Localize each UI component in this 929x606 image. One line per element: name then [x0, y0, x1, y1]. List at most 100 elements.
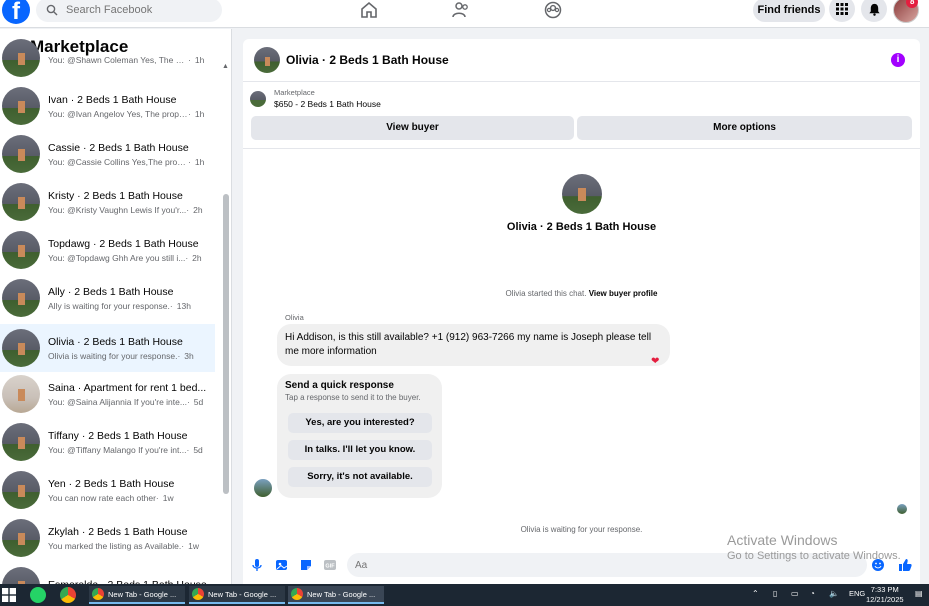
separator-dot: · — [155, 492, 159, 503]
conversation-item[interactable]: Ally · 2 Beds 1 Bath House Ally is waitin… — [0, 274, 215, 322]
conversation-thumbnail — [2, 231, 40, 269]
sender-name: Olivia — [285, 313, 304, 322]
message-bubble: Hi Addison, is this still available? +1 … — [277, 324, 670, 366]
windows-taskbar: New Tab - Google ... New Tab - Google ..… — [0, 584, 929, 606]
conversation-time: 1h — [194, 156, 205, 167]
conversation-thumbnail — [2, 375, 40, 413]
chat-center-name: Olivia · 2 Beds 1 Bath House — [506, 221, 657, 233]
conversation-item[interactable]: Esmeralda · 2 Beds 1 Bath House — [0, 562, 215, 584]
microphone-icon[interactable] — [250, 558, 264, 572]
scroll-up-arrow-icon[interactable]: ▲ — [222, 63, 229, 70]
quick-response-title: Send a quick response — [285, 380, 394, 391]
conversation-time: 3h — [184, 350, 194, 361]
conversation-time: 13h — [176, 300, 191, 311]
menu-button[interactable] — [829, 0, 855, 22]
chrome-icon[interactable] — [60, 587, 76, 603]
conversation-thumbnail — [2, 329, 40, 367]
conversation-item[interactable]: Tiffany · 2 Beds 1 Bath House You: @Tiffa… — [0, 418, 215, 466]
conversation-item[interactable]: Cassie · 2 Beds 1 Bath House You: @Cassie… — [0, 130, 215, 178]
conversation-item[interactable]: Olivia · 2 Beds 1 Bath House Olivia is wa… — [0, 324, 215, 372]
listing-avatar — [562, 174, 602, 214]
conversation-thumbnail — [2, 519, 40, 557]
scrollbar-thumb[interactable] — [223, 194, 229, 494]
conversation-preview-row: You: @Ivan Angelov Yes, The prope... · 1h — [48, 109, 208, 119]
conversation-text: Saina · Apartment for rent 1 bed... You: … — [48, 382, 208, 407]
listing-price-title[interactable]: $650 - 2 Beds 1 Bath House — [274, 99, 381, 109]
conversation-item[interactable]: Saina · Apartment for rent 1 bed... You: … — [0, 370, 215, 418]
svg-text:GIF: GIF — [325, 564, 335, 570]
chrome-icon — [192, 588, 204, 600]
conversation-preview-row: You: @Shawn Coleman Yes, The pr... · 1h — [48, 55, 208, 65]
volume-icon[interactable]: 🔈 — [829, 589, 839, 598]
language-indicator[interactable]: ENG — [849, 589, 865, 598]
separator-dot: · — [169, 300, 173, 311]
battery-icon[interactable]: ▭ — [791, 589, 799, 598]
chrome-icon — [92, 588, 104, 600]
gif-icon[interactable]: GIF — [323, 558, 337, 572]
conversation-preview-row: You: @Tiffany Malango If you're int... · 5… — [48, 445, 208, 455]
conversation-preview-row: You marked the listing as Available. · 1w — [48, 541, 208, 551]
more-options-button[interactable]: More options — [577, 116, 912, 140]
network-icon[interactable]: ◔ — [810, 589, 815, 598]
separator-dot: · — [188, 54, 191, 65]
conversation-preview: You: @Shawn Coleman Yes, The pr... — [48, 54, 188, 65]
view-buyer-button[interactable]: View buyer — [251, 116, 574, 140]
conversation-thumbnail — [2, 135, 40, 173]
conversation-name: Ally · 2 Beds 1 Bath House — [48, 285, 174, 298]
listing-thumbnail[interactable] — [254, 47, 280, 73]
taskbar-chrome-window-3[interactable]: New Tab - Google ... — [288, 586, 384, 604]
conversation-preview-row: You can now rate each other · 1w — [48, 493, 208, 503]
sticker-icon[interactable] — [299, 558, 313, 572]
tray-app-icon[interactable]: ▯ — [773, 589, 777, 598]
conversation-time: 1w — [188, 540, 199, 551]
tray-chevron-up-icon[interactable]: ⌃ — [752, 589, 759, 598]
separator-dot: · — [185, 252, 189, 263]
conversation-name: Topdawg · 2 Beds 1 Bath House — [48, 237, 199, 250]
groups-icon[interactable] — [543, 0, 563, 20]
info-icon[interactable]: i — [891, 53, 905, 67]
facebook-logo[interactable]: f — [2, 0, 30, 24]
conversation-time: 1h — [194, 54, 205, 65]
taskbar-chrome-window-2[interactable]: New Tab - Google ... — [189, 586, 285, 604]
quick-response-in-talks[interactable]: In talks. I'll let you know. — [288, 440, 432, 460]
conversation-name: Ivan · 2 Beds 1 Bath House — [48, 93, 177, 106]
conversation-item[interactable]: Zkylah · 2 Beds 1 Bath House You marked t… — [0, 514, 215, 562]
conversation-preview: You: @Tiffany Malango If you're int... — [48, 444, 187, 455]
chat-title[interactable]: Olivia · 2 Beds 1 Bath House — [286, 53, 449, 67]
search-input[interactable] — [66, 4, 206, 16]
conversation-name: Zkylah · 2 Beds 1 Bath House — [48, 525, 188, 538]
conversation-item[interactable]: Ivan · 2 Beds 1 Bath House You: @Ivan Ang… — [0, 82, 215, 130]
conversation-item[interactable]: You: @Shawn Coleman Yes, The pr... · 1h — [0, 34, 215, 82]
quick-response-sorry[interactable]: Sorry, it's not available. — [288, 467, 432, 487]
grid-menu-icon — [836, 3, 848, 15]
photo-icon[interactable] — [275, 558, 289, 572]
notifications-button[interactable] — [861, 0, 887, 22]
conversation-item[interactable]: Topdawg · 2 Beds 1 Bath House You: @Topda… — [0, 226, 215, 274]
conversation-preview-row: You: @Cassie Collins Yes,The prope... · 1h — [48, 157, 208, 167]
conversation-text: Yen · 2 Beds 1 Bath House You can now rat… — [48, 478, 208, 503]
conversation-time: 5d — [193, 444, 203, 455]
search-box[interactable] — [36, 0, 222, 22]
conversation-thumbnail — [2, 567, 40, 584]
conversation-preview: Olivia is waiting for your response. — [48, 350, 178, 361]
conversation-preview-row: Ally is waiting for your response. · 13h — [48, 301, 208, 311]
conversation-item[interactable]: Yen · 2 Beds 1 Bath House You can now rat… — [0, 466, 215, 514]
quick-response-yes[interactable]: Yes, are you interested? — [288, 413, 432, 433]
whatsapp-icon[interactable] — [30, 587, 46, 603]
conversation-preview: You: @Cassie Collins Yes,The prope... — [48, 156, 188, 167]
separator-dot: · — [186, 204, 190, 215]
chrome-icon — [291, 588, 303, 600]
friends-icon[interactable] — [451, 0, 471, 20]
conversation-thumbnail — [2, 423, 40, 461]
conversation-text: Zkylah · 2 Beds 1 Bath House You marked t… — [48, 526, 208, 551]
view-buyer-profile-link[interactable]: View buyer profile — [589, 289, 658, 298]
notification-center-icon[interactable]: ▤ — [915, 589, 923, 598]
conversation-thumbnail — [2, 183, 40, 221]
home-icon[interactable] — [359, 0, 379, 20]
windows-start-icon[interactable] — [2, 588, 16, 602]
system-clock[interactable]: 7:33 PM 12/21/2025 — [866, 585, 904, 605]
find-friends-button[interactable]: Find friends — [753, 0, 825, 22]
separator-dot: · — [188, 156, 191, 167]
taskbar-chrome-window-1[interactable]: New Tab - Google ... — [89, 586, 185, 604]
conversation-item[interactable]: Kristy · 2 Beds 1 Bath House You: @Kristy… — [0, 178, 215, 226]
